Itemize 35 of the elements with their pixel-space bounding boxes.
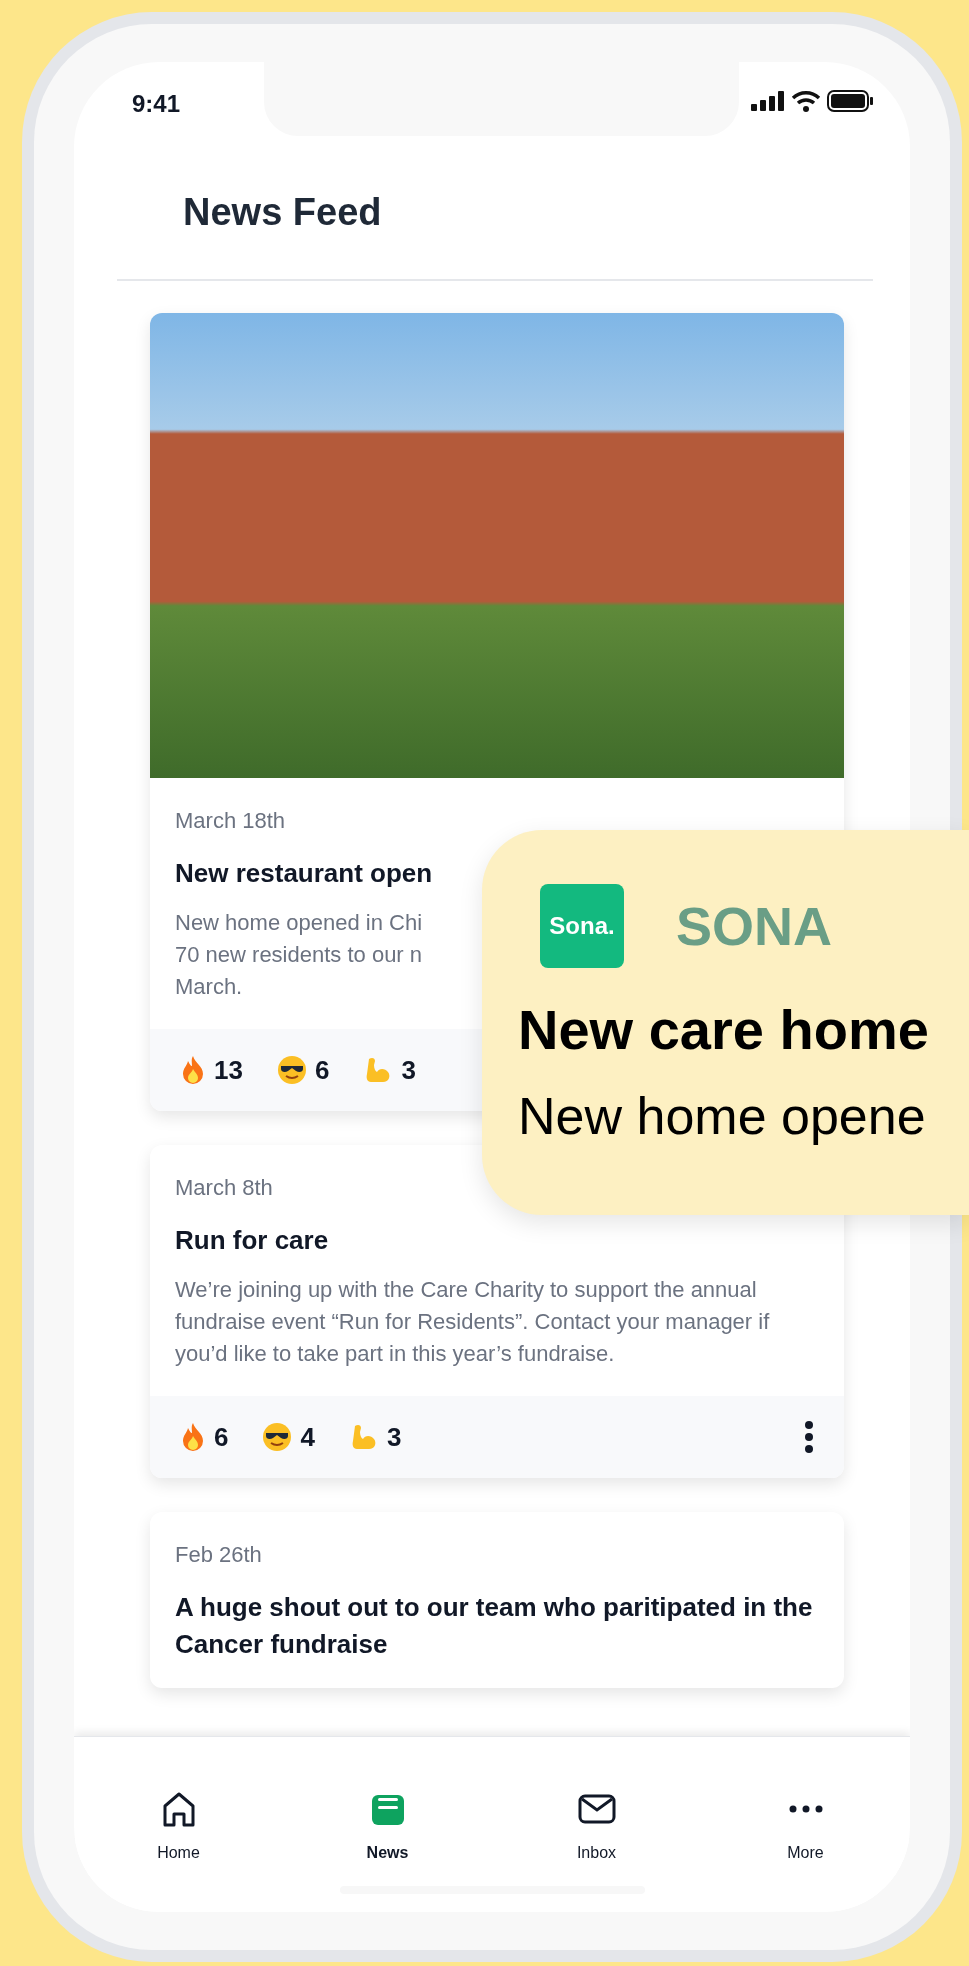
post-date: March 8th bbox=[175, 1174, 274, 1203]
post-body: 70 new residents to our n bbox=[175, 941, 423, 970]
post-date: Feb 26th bbox=[175, 1541, 263, 1570]
post-body: March. bbox=[175, 973, 243, 1002]
tab-item[interactable]: Inbox bbox=[492, 1789, 701, 1865]
page-title: News Feed bbox=[183, 190, 383, 235]
more-dots-icon bbox=[788, 1805, 823, 1813]
app-name: SONA bbox=[676, 894, 832, 958]
tab-item[interactable]: Home bbox=[74, 1789, 283, 1865]
tab-item[interactable]: News bbox=[283, 1789, 492, 1865]
status-time: 9:41 bbox=[131, 89, 182, 119]
battery-icon bbox=[827, 90, 873, 112]
signal-icon bbox=[751, 91, 785, 111]
sunglasses-face-icon bbox=[262, 1422, 293, 1453]
post-date: March 18th bbox=[175, 807, 287, 835]
post-body: We’re joining up with the Care Charity to support the annual fundraise event “Run for Residents”. Contact your manager if you’d like to take part in this year’s fundraise. bbox=[175, 1276, 771, 1369]
reaction-count[interactable]: 6 bbox=[180, 1417, 229, 1457]
post-title: New restaurant open bbox=[175, 857, 434, 890]
reaction-count[interactable]: 13 bbox=[180, 1050, 243, 1090]
post-body: New home opened in Chi bbox=[175, 909, 423, 938]
reaction-count[interactable]: 3 bbox=[363, 1050, 416, 1090]
app-logo: Sona. bbox=[540, 884, 624, 968]
sunglasses-face-icon bbox=[276, 1055, 307, 1086]
post-title: A huge shout out to our team who paritipated in the Cancer fundraise bbox=[175, 1591, 814, 1661]
flame-icon bbox=[180, 1055, 206, 1086]
more-vertical-icon[interactable] bbox=[804, 1421, 814, 1454]
envelope-icon bbox=[576, 1793, 617, 1825]
reaction-count[interactable]: 4 bbox=[262, 1417, 315, 1457]
flame-icon bbox=[180, 1422, 206, 1453]
reaction-count[interactable]: 6 bbox=[276, 1050, 330, 1090]
tab-item[interactable]: More bbox=[701, 1789, 910, 1865]
news-card[interactable]: Feb 26th A huge shout out to our team who paritipated in the Cancer fundraise bbox=[150, 1512, 844, 1688]
wifi-icon bbox=[791, 90, 821, 112]
post-title: Run for care bbox=[175, 1224, 330, 1258]
reaction-count[interactable]: 3 bbox=[348, 1417, 402, 1457]
